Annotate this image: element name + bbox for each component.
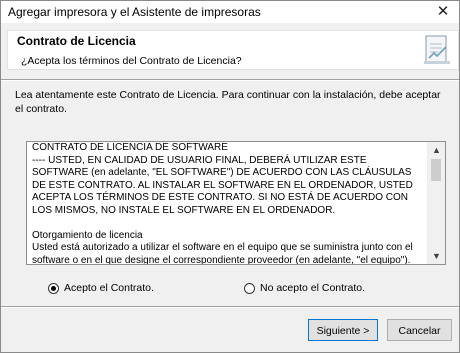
wizard-header: Contrato de Licencia ¿Acepta los término… [7, 30, 459, 70]
vertical-scrollbar[interactable]: ▲ ▼ [427, 142, 445, 264]
scroll-up-icon[interactable]: ▲ [428, 142, 445, 158]
radio-selected-dot [51, 285, 56, 291]
decline-label: No acepto el Contrato. [260, 282, 366, 294]
accept-label: Acepto el Contrato. [64, 282, 154, 294]
page-title: Contrato de Licencia [17, 34, 136, 48]
footer-separator [1, 306, 459, 308]
license-document-icon [424, 35, 450, 64]
scroll-thumb[interactable] [431, 159, 441, 181]
close-icon[interactable]: ✕ [427, 1, 459, 23]
accept-radio[interactable] [48, 282, 59, 294]
decline-radio[interactable] [244, 282, 255, 294]
license-paragraph-2: Otorgamiento de licencia Usted está auto… [32, 229, 413, 265]
title-bar: Agregar impresora y el Asistente de impr… [1, 1, 459, 23]
cancel-button[interactable]: Cancelar [387, 319, 452, 341]
license-paragraph-1: CONTRATO DE LICENCIA DE SOFTWARE ---- US… [32, 142, 413, 216]
decline-option[interactable]: No acepto el Contrato. [244, 282, 365, 294]
license-textbox[interactable]: CONTRATO DE LICENCIA DE SOFTWARE ---- US… [26, 141, 446, 265]
page-subtitle: ¿Acepta los términos del Contrato de Lic… [21, 55, 242, 67]
header-separator [1, 79, 459, 81]
window-title: Agregar impresora y el Asistente de impr… [8, 5, 261, 19]
wizard-window: Agregar impresora y el Asistente de impr… [0, 0, 460, 353]
accept-option[interactable]: Acepto el Contrato. [48, 282, 154, 294]
next-button[interactable]: Siguiente > [308, 319, 378, 341]
intro-text: Lea atentamente este Contrato de Licenci… [15, 89, 441, 115]
scroll-down-icon[interactable]: ▼ [428, 248, 445, 264]
license-content: CONTRATO DE LICENCIA DE SOFTWARE ---- US… [32, 142, 422, 265]
